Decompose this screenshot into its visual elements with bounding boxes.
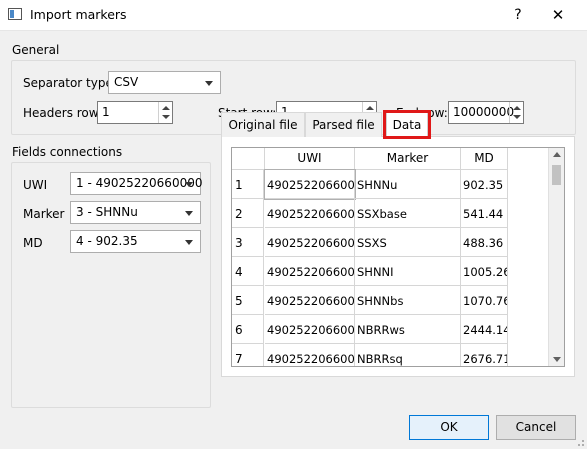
table-cell-md[interactable]: 2676.71 [461,344,508,366]
end-row-spinbox[interactable]: 10000000 [448,101,524,124]
headers-row-value: 1 [102,105,110,119]
row-header[interactable]: 7 [232,344,264,366]
table-cell-uwi[interactable]: 49025220660000 [265,257,355,286]
chevron-down-icon [205,81,213,86]
scroll-up-icon[interactable] [553,152,561,157]
row-header[interactable]: 2 [232,199,264,228]
spin-up-icon[interactable] [162,106,170,110]
table-cell-marker[interactable]: SHNNbs [355,286,461,315]
data-table[interactable]: UWI Marker MD 1 49025220660000 SHNNu 902… [231,147,565,367]
table-cell-uwi[interactable]: 49025220660000 [265,286,355,315]
fields-groupbox [11,162,211,408]
help-button[interactable]: ? [508,5,528,25]
ok-button[interactable]: OK [409,415,489,440]
column-header-uwi[interactable]: UWI [265,148,355,170]
table-cell-uwi[interactable]: 49025220660000 [265,199,355,228]
table-cell-marker[interactable]: SHNNI [355,257,461,286]
table-cell-marker[interactable]: NBRRws [355,315,461,344]
table-corner [232,148,265,170]
md-field-select[interactable]: 4 - 902.35 [70,230,201,253]
table-cell-marker[interactable]: SSXS [355,228,461,257]
headers-row-spinbox[interactable]: 1 [97,101,173,124]
app-window-icon [8,8,22,20]
table-cell-md[interactable]: 2444.14 [461,315,508,344]
table-cell-md[interactable]: 902.35 [461,170,508,199]
table-cell-md[interactable]: 488.36 [461,228,508,257]
column-header-marker[interactable]: Marker [355,148,461,170]
md-field-label: MD [23,236,43,250]
row-header[interactable]: 6 [232,315,264,344]
fields-section-title: Fields connections [12,145,123,159]
marker-field-value: 3 - SHNNu [76,205,138,219]
window-title: Import markers [30,7,127,22]
table-cell-md[interactable]: 1005.26 [461,257,508,286]
table-cell-uwi[interactable]: 49025220660000 [264,169,356,200]
md-field-value: 4 - 902.35 [76,234,138,248]
end-row-value: 10000000 [453,105,515,119]
marker-field-select[interactable]: 3 - SHNNu [70,201,201,224]
end-row-stepper[interactable] [509,102,523,123]
separator-type-value: CSV [114,75,139,89]
title-bar: Import markers ? ✕ [0,0,587,31]
scrollbar-thumb[interactable] [552,165,561,185]
row-header[interactable]: 1 [232,170,264,199]
resize-grip-icon[interactable] [575,437,585,447]
tab-original-file[interactable]: Original file [221,112,305,137]
column-header-md[interactable]: MD [461,148,508,170]
row-header[interactable]: 3 [232,228,264,257]
vertical-scrollbar[interactable] [548,148,564,366]
cancel-button[interactable]: Cancel [496,415,576,440]
spin-up-icon[interactable] [513,106,521,110]
headers-row-label: Headers row: [23,106,102,120]
separator-type-label: Separator type: [23,76,117,90]
chevron-down-icon [185,211,193,216]
marker-field-label: Marker [23,207,65,221]
spin-down-icon[interactable] [162,115,170,119]
table-cell-marker[interactable]: NBRRsq [355,344,461,366]
row-header[interactable]: 4 [232,257,264,286]
uwi-field-value: 1 - 49025220660000 [76,176,203,190]
table-cell-uwi[interactable]: 49025220660000 [265,315,355,344]
table-cell-marker[interactable]: SHNNu [355,170,461,199]
chevron-down-icon [185,240,193,245]
tab-parsed-file[interactable]: Parsed file [305,112,382,137]
table-cell-marker[interactable]: SSXbase [355,199,461,228]
highlight-box [383,110,431,139]
separator-type-select[interactable]: CSV [108,71,221,94]
close-button[interactable]: ✕ [548,5,568,25]
headers-row-stepper[interactable] [158,102,172,123]
scroll-down-icon[interactable] [553,357,561,362]
spin-up-icon[interactable] [366,106,374,110]
uwi-field-label: UWI [23,178,48,192]
chevron-down-icon [185,182,193,187]
general-section-title: General [12,43,60,57]
row-header[interactable]: 5 [232,286,264,315]
table-cell-md[interactable]: 541.44 [461,199,508,228]
uwi-field-select[interactable]: 1 - 49025220660000 [70,172,203,195]
table-cell-uwi[interactable]: 49025220660000 [265,228,355,257]
table-cell-md[interactable]: 1070.76 [461,286,508,315]
table-cell-uwi[interactable]: 49025220660000 [265,344,355,366]
spin-down-icon[interactable] [513,115,521,119]
